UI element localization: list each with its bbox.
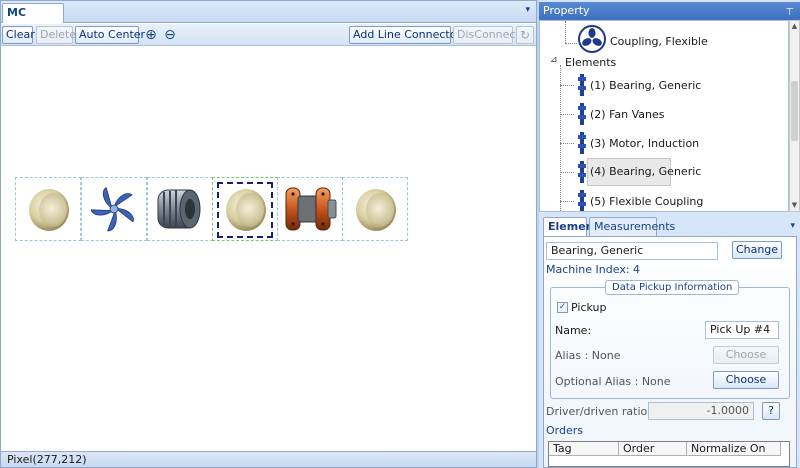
tree-item-4-selected[interactable]: (4) Bearing, Generic (587, 158, 701, 186)
orders-col-order[interactable]: Order (619, 442, 687, 456)
element-sensor-icon (578, 74, 586, 96)
optional-alias-label: Optional Alias : None (555, 375, 671, 388)
data-pickup-group: Data Pickup Information ✓ Pickup Name: P… (550, 280, 790, 399)
tree-scrollbar[interactable]: ▲ ▼ (789, 20, 800, 212)
tab-menu-icon[interactable]: ▾ (790, 221, 795, 231)
orders-label: Orders (546, 424, 583, 437)
toolbar: Clear Delete Auto Center ⊕ ⊖ Add Line Co… (1, 24, 536, 46)
alias-label: Alias : None (555, 349, 621, 362)
driver-driven-ratio-label: Driver/driven ratio : (546, 405, 655, 418)
tree-item-2[interactable]: (2) Fan Vanes (590, 108, 665, 121)
bearing-icon (356, 189, 396, 231)
element-tree[interactable]: Coupling, Flexible ⊿ Elements (1) Bearin… (539, 20, 789, 212)
element-sensor-icon (578, 132, 586, 154)
bearing-icon (226, 189, 266, 231)
property-tabbar: Element Measurements ▾ (543, 217, 797, 237)
alias-choose-button[interactable]: Choose (713, 346, 779, 364)
element-sensor-icon (578, 161, 586, 183)
element-name-field[interactable]: Bearing, Generic (546, 242, 718, 260)
element-sensor-icon (578, 103, 586, 125)
delete-button[interactable]: Delete (36, 26, 76, 44)
pickup-label: Pickup (571, 301, 607, 314)
tab-mc-demo[interactable]: MC Demo (2, 3, 64, 37)
scroll-down-icon[interactable]: ▼ (790, 201, 799, 209)
collapse-icon[interactable]: ⊿ (550, 55, 558, 65)
tree-item-5[interactable]: (5) Flexible Coupling (590, 195, 703, 208)
change-button[interactable]: Change (732, 241, 782, 259)
pixel-coordinates-readout: Pixel(277,212) (7, 453, 87, 466)
refresh-icon[interactable]: ↻ (516, 26, 534, 44)
tab-menu-dropdown-icon[interactable]: ▾ (525, 5, 530, 15)
element-properties: Bearing, Generic Change Machine Index: 4… (543, 236, 797, 468)
disconnect-button[interactable]: DisConnect (453, 26, 520, 44)
pickup-name-input[interactable]: Pick Up #4 (705, 321, 779, 339)
driver-driven-ratio-field[interactable]: -1.0000 (648, 402, 754, 420)
orders-col-normalize-on[interactable]: Normalize On (687, 442, 781, 456)
scroll-up-icon[interactable]: ▲ (790, 22, 799, 30)
tab-element[interactable]: Element (543, 217, 599, 237)
add-line-connector-button[interactable]: Add Line Connector (349, 26, 461, 44)
property-header: Property ⊤ (539, 2, 800, 20)
motor-icon (157, 189, 201, 229)
document-tabbar: MC Demo ▾ (1, 1, 536, 37)
document-pane: MC Demo ▾ Clear Delete Auto Center ⊕ ⊖ A… (0, 0, 537, 468)
fan-vanes-element[interactable] (81, 177, 147, 241)
motor-element[interactable] (147, 177, 213, 241)
pickup-checkbox[interactable]: ✓ (557, 302, 568, 313)
machine-canvas[interactable] (1, 47, 536, 451)
orders-table[interactable]: Tag Order Normalize On (548, 441, 790, 467)
property-pane: Property ⊤ Coupling, Flexible ⊿ Elements (539, 0, 800, 468)
auto-center-button[interactable]: Auto Center (75, 26, 145, 44)
tab-measurements[interactable]: Measurements (589, 217, 675, 237)
bearing-element-1[interactable] (15, 177, 81, 241)
clear-button[interactable]: Clear (2, 26, 35, 44)
bearing-icon (29, 189, 69, 231)
bearing-element-6[interactable] (342, 177, 408, 241)
fan-coupling-icon (578, 25, 606, 53)
bearing-element-4-selected[interactable] (212, 177, 278, 241)
data-pickup-group-title: Data Pickup Information (605, 280, 740, 295)
tree-item-3[interactable]: (3) Motor, Induction (590, 137, 699, 150)
tree-group-elements[interactable]: Elements (565, 56, 616, 69)
zoom-in-icon[interactable]: ⊕ (142, 26, 160, 44)
optional-alias-choose-button[interactable]: Choose (713, 371, 779, 389)
status-bar: Pixel(277,212) (1, 451, 536, 467)
scroll-thumb[interactable] (791, 81, 798, 141)
property-title: Property (543, 4, 590, 17)
tree-item-1[interactable]: (1) Bearing, Generic (590, 79, 701, 92)
orders-col-tag[interactable]: Tag (549, 442, 619, 456)
flexible-coupling-element[interactable] (277, 177, 343, 241)
ratio-help-button[interactable]: ? (762, 402, 780, 420)
coupling-icon (285, 187, 337, 231)
zoom-out-icon[interactable]: ⊖ (161, 26, 179, 44)
tree-item-coupling-flexible[interactable]: Coupling, Flexible (610, 35, 708, 48)
element-sensor-icon (578, 190, 586, 211)
fan-vanes-icon (90, 186, 134, 232)
pickup-name-label: Name: (555, 324, 592, 337)
machine-index-label: Machine Index: 4 (546, 263, 641, 276)
